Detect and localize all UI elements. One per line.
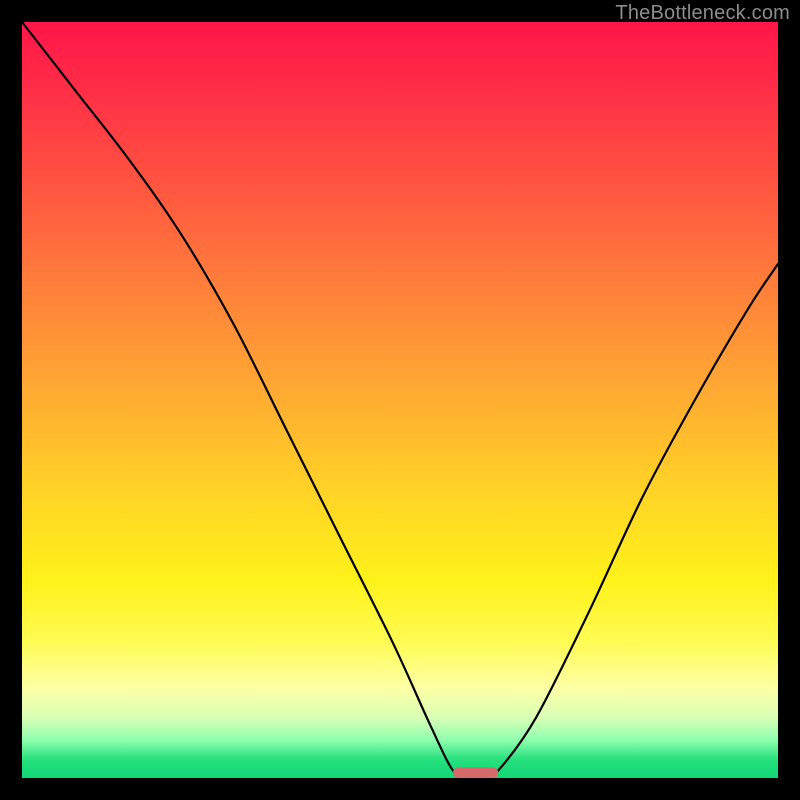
bottleneck-curve-line (22, 22, 778, 778)
bottleneck-chart (22, 22, 778, 778)
outer-frame: TheBottleneck.com (0, 0, 800, 800)
plot-area (22, 22, 778, 778)
watermark-text: TheBottleneck.com (615, 2, 790, 25)
optimum-marker (453, 767, 498, 778)
